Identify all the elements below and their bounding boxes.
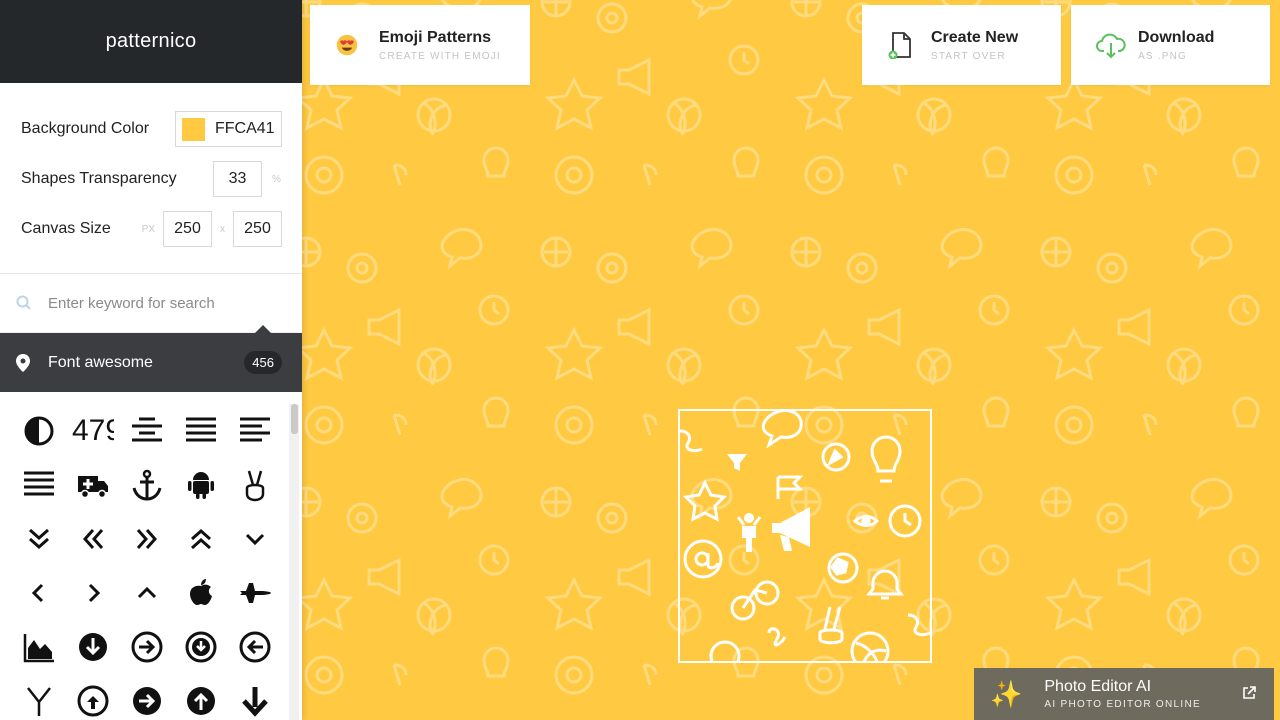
icon-grid: 479 [12, 404, 284, 720]
anchor-icon[interactable] [120, 458, 174, 512]
arrow-circle-right-icon[interactable] [120, 620, 174, 674]
icon-scrollbar-track[interactable] [289, 404, 299, 720]
download-button[interactable]: Download AS .PNG [1071, 5, 1270, 85]
cloud-download-icon [1096, 33, 1126, 59]
arrow-circle-up-icon[interactable] [174, 674, 228, 720]
canvas-width-input[interactable]: 250 [163, 211, 212, 247]
create-new-button[interactable]: Create New START OVER [862, 5, 1061, 85]
library-name: Font awesome [48, 353, 153, 371]
canvas-preview[interactable] [678, 409, 932, 663]
promo-subtitle: AI PHOTO EDITOR ONLINE [1044, 699, 1201, 710]
arrow-circle-o-left-icon[interactable] [228, 620, 282, 674]
area-chart-icon[interactable] [12, 620, 66, 674]
emoji-patterns-subtitle: CREATE WITH EMOJI [379, 50, 501, 62]
heart-eyes-emoji-icon [336, 34, 358, 56]
transparency-unit: % [272, 173, 281, 185]
apple-icon[interactable] [174, 566, 228, 620]
color-swatch[interactable] [182, 117, 205, 141]
angle-double-up-icon[interactable] [174, 512, 228, 566]
create-new-subtitle: START OVER [931, 50, 1006, 62]
arrow-circle-down-icon[interactable] [66, 620, 120, 674]
transparency-row: Shapes Transparency 33 % [21, 161, 282, 197]
angle-up-icon[interactable] [120, 566, 174, 620]
arrow-down-icon[interactable] [228, 674, 282, 720]
emoji-patterns-title: Emoji Patterns [379, 28, 492, 46]
ambulance-icon[interactable] [66, 458, 120, 512]
photo-editor-promo[interactable]: ✨ Photo Editor AI AI PHOTO EDITOR ONLINE [974, 668, 1274, 720]
angle-double-right-icon[interactable] [120, 512, 174, 566]
canvas-separator: x [220, 223, 225, 235]
transparency-label: Shapes Transparency [21, 170, 177, 187]
y-combinator-icon[interactable] [12, 674, 66, 720]
promo-title: Photo Editor AI [1044, 678, 1152, 695]
library-count-badge: 456 [244, 351, 282, 374]
icon-text-label: 479 [72, 414, 114, 447]
search-input[interactable] [48, 294, 278, 312]
arrow-circle-o-down-icon[interactable] [174, 620, 228, 674]
new-file-icon [888, 32, 911, 59]
search-icon [16, 295, 31, 310]
angle-left-icon[interactable] [12, 566, 66, 620]
download-title: Download [1138, 28, 1215, 46]
align-center-icon[interactable] [120, 404, 174, 458]
align-justify-icon[interactable] [174, 404, 228, 458]
arrow-circle-o-up-icon[interactable] [66, 674, 120, 720]
settings-panel: Background Color FFCA41 Shapes Transpare… [0, 83, 302, 274]
icon-scrollbar-thumb[interactable] [291, 404, 298, 434]
canvas-unit: PX [141, 223, 155, 235]
479-text[interactable]: 479 [66, 404, 120, 458]
android-icon[interactable] [174, 458, 228, 512]
library-selector[interactable]: Font awesome 456 [0, 325, 302, 392]
sparkles-icon: ✨ [990, 678, 1023, 709]
arrow-circle-right-icon-2[interactable] [120, 674, 174, 720]
emoji-patterns-button[interactable]: Emoji Patterns CREATE WITH EMOJI [310, 5, 530, 85]
canvas-size-row: Canvas Size PX 250 x 250 [21, 211, 282, 247]
pattern-tile [680, 411, 930, 661]
hand-peace-icon[interactable] [228, 458, 282, 512]
brand-logo[interactable]: patternico [0, 0, 302, 83]
download-subtitle: AS .PNG [1138, 50, 1187, 62]
canvas-size-label: Canvas Size [21, 220, 111, 237]
angle-double-down-icon[interactable] [12, 512, 66, 566]
create-new-title: Create New [931, 28, 1019, 46]
angle-double-left-icon[interactable] [66, 512, 120, 566]
adjust-icon[interactable] [12, 404, 66, 458]
align-right-icon[interactable] [12, 458, 66, 512]
space-shuttle-icon[interactable] [228, 566, 282, 620]
angle-down-icon[interactable] [228, 512, 282, 566]
sidebar: patternico Background Color FFCA41 Shape… [0, 0, 302, 720]
external-link-icon[interactable] [1242, 686, 1256, 700]
align-left-icon[interactable] [228, 404, 282, 458]
transparency-input[interactable]: 33 [213, 161, 262, 197]
bg-color-row: Background Color FFCA41 [21, 111, 282, 147]
bg-color-input[interactable]: FFCA41 [175, 111, 282, 147]
angle-right-icon[interactable] [66, 566, 120, 620]
bg-color-label: Background Color [21, 120, 150, 137]
map-marker-icon [16, 353, 30, 372]
canvas-height-input[interactable]: 250 [233, 211, 282, 247]
bg-color-value: FFCA41 [215, 120, 275, 137]
